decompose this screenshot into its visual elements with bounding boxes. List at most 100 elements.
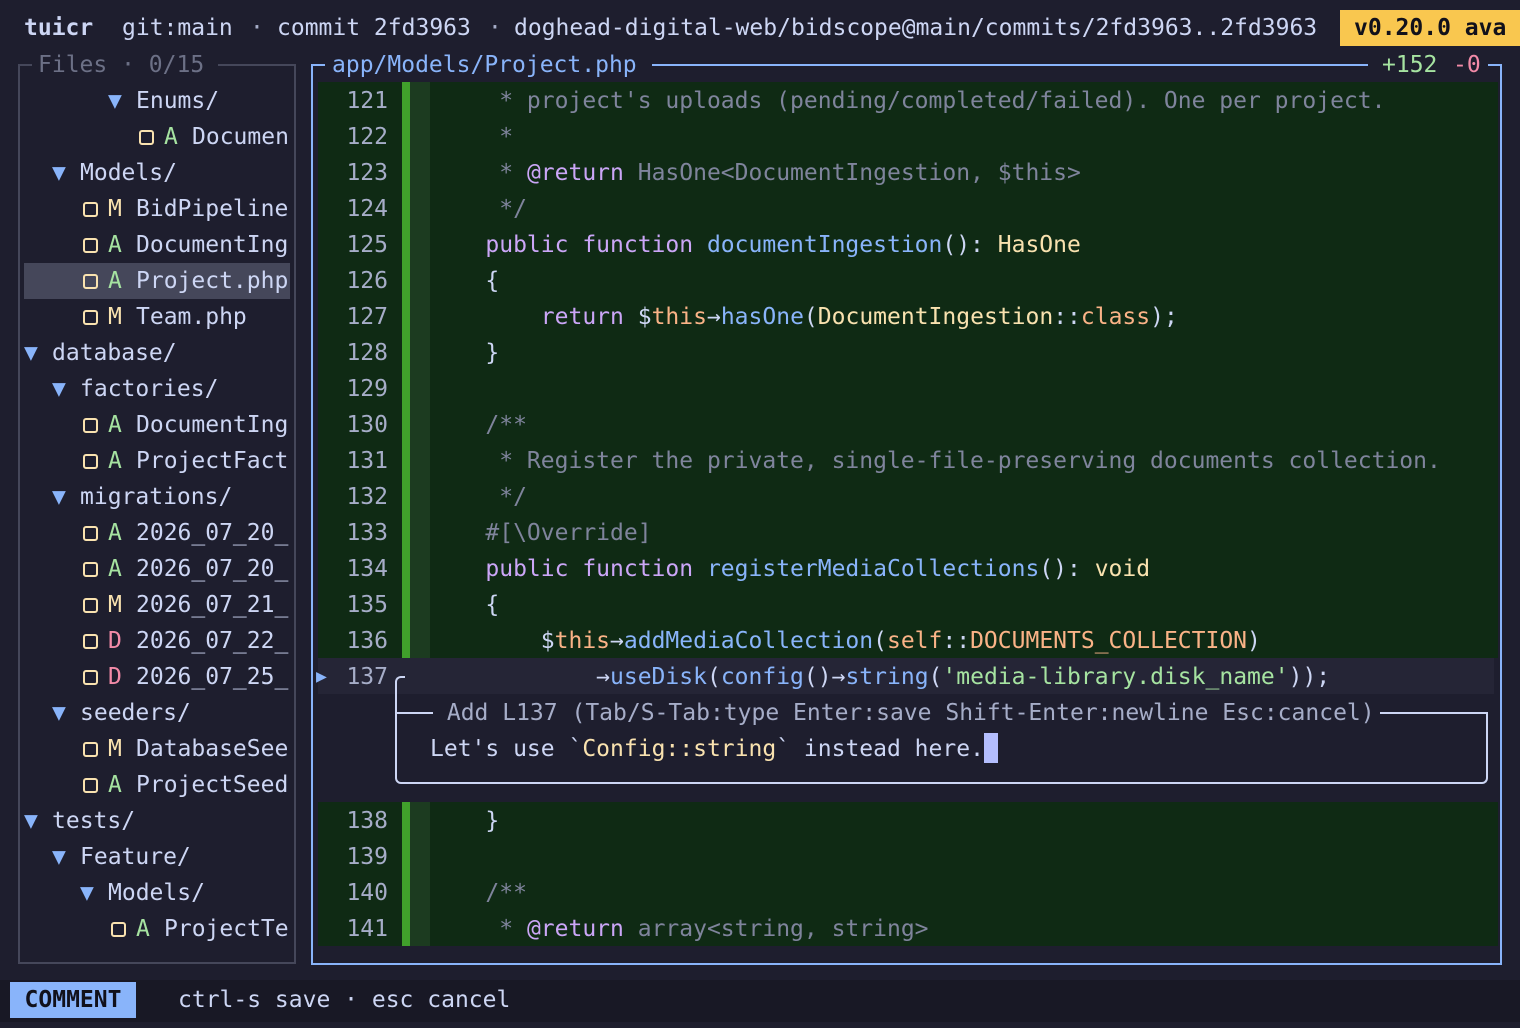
line-number[interactable]: 121 — [340, 83, 388, 119]
chevron-down-icon: ▼ — [52, 844, 66, 870]
tree-file-label: BidPipeline — [136, 196, 289, 222]
tree-file-label: ProjectSeed — [136, 772, 289, 798]
line-number[interactable]: 139 — [340, 839, 388, 875]
code-line[interactable]: */ — [430, 479, 527, 515]
tree-file-label: Team.php — [136, 304, 247, 330]
tree-folder-label: migrations/ — [80, 484, 233, 510]
review-checkbox-icon[interactable] — [83, 202, 98, 217]
line-number[interactable]: 126 — [340, 263, 388, 299]
review-checkbox-icon[interactable] — [111, 922, 126, 937]
code-line[interactable]: * project's uploads (pending/completed/f… — [430, 83, 1385, 119]
line-number[interactable]: 138 — [340, 803, 388, 839]
code-token: DocumentIngestion — [817, 304, 1054, 330]
review-checkbox-icon[interactable] — [83, 454, 98, 469]
review-checkbox-icon[interactable] — [83, 526, 98, 541]
line-number[interactable]: 131 — [340, 443, 388, 479]
tree-folder-label: seeders/ — [80, 700, 191, 726]
review-checkbox-icon[interactable] — [83, 778, 98, 793]
code-token: :: — [1053, 304, 1081, 330]
code-line[interactable]: { — [430, 587, 499, 623]
code-line[interactable]: { — [430, 263, 499, 299]
code-line[interactable]: public function registerMediaCollections… — [430, 551, 1150, 587]
file-status-badge: D — [108, 628, 122, 654]
code-line[interactable]: #[\Override] — [430, 515, 652, 551]
file-status-badge: A — [108, 520, 122, 546]
code-token: this — [554, 628, 611, 654]
review-checkbox-icon[interactable] — [83, 598, 98, 613]
tree-folder-label: Enums/ — [136, 88, 220, 114]
code-token: (): — [942, 232, 998, 258]
line-number[interactable]: 123 — [340, 155, 388, 191]
review-checkbox-icon[interactable] — [83, 418, 98, 433]
code-line[interactable]: * Register the private, single-file-pres… — [430, 443, 1441, 479]
code-line[interactable]: * @return array<string, string> — [430, 911, 929, 947]
tree-folder-label: factories/ — [80, 376, 219, 402]
review-checkbox-icon[interactable] — [83, 274, 98, 289]
review-checkbox-icon[interactable] — [83, 562, 98, 577]
tree-file-label: 2026_07_25_ — [136, 664, 289, 690]
chevron-down-icon: ▼ — [108, 88, 122, 114]
code-line[interactable]: →useDisk(config()→string('media-library.… — [430, 659, 1330, 695]
file-status-badge: M — [108, 196, 122, 222]
tree-file-label: Project.php — [136, 268, 289, 294]
code-token: HasOne<DocumentIngestion, $this> — [623, 160, 1081, 186]
review-checkbox-icon[interactable] — [83, 634, 98, 649]
code-line[interactable]: public function documentIngestion(): Has… — [430, 227, 1080, 263]
code-line[interactable]: return $this→hasOne(DocumentIngestion::c… — [430, 299, 1178, 335]
review-checkbox-icon[interactable] — [139, 130, 154, 145]
tree-file-label: 2026_07_20_ — [136, 556, 289, 582]
file-status-badge: A — [108, 772, 122, 798]
code-token: ( — [928, 664, 943, 690]
code-token: → — [706, 304, 721, 330]
file-status-badge: A — [108, 412, 122, 438]
code-line[interactable]: * @return HasOne<DocumentIngestion, $thi… — [430, 155, 1081, 191]
code-token: * — [430, 160, 527, 186]
line-number[interactable]: 141 — [340, 911, 388, 947]
review-checkbox-icon[interactable] — [83, 238, 98, 253]
line-number[interactable]: 125 — [340, 227, 388, 263]
line-number[interactable]: 124 — [340, 191, 388, 227]
review-checkbox-icon[interactable] — [83, 310, 98, 325]
line-number[interactable]: 136 — [340, 623, 388, 659]
line-number[interactable]: 127 — [340, 299, 388, 335]
review-checkbox-icon[interactable] — [83, 670, 98, 685]
code-line[interactable]: /** — [430, 407, 527, 443]
code-token: documentIngestion — [706, 232, 943, 258]
removed-count: -0 — [1453, 52, 1481, 78]
code-line[interactable]: $this→addMediaCollection(self::DOCUMENTS… — [430, 623, 1261, 659]
line-number[interactable]: 137 — [340, 659, 388, 695]
code-token: ( — [873, 628, 887, 654]
line-number[interactable]: 132 — [340, 479, 388, 515]
tree-file-label: DocumentIng — [136, 232, 289, 258]
cursor-marker-icon: ▶ — [316, 666, 327, 687]
chevron-down-icon: ▼ — [52, 376, 66, 402]
line-number[interactable]: 133 — [340, 515, 388, 551]
code-token: } — [430, 340, 500, 366]
code-line[interactable]: * — [430, 119, 513, 155]
line-number[interactable]: 129 — [340, 371, 388, 407]
line-number[interactable]: 134 — [340, 551, 388, 587]
line-number[interactable]: 122 — [340, 119, 388, 155]
tree-file-label: DatabaseSee — [136, 736, 289, 762]
code-token: #[\Override] — [430, 520, 652, 546]
code-line[interactable]: /** — [430, 875, 527, 911]
line-number[interactable]: 128 — [340, 335, 388, 371]
text-cursor — [983, 732, 998, 763]
line-number[interactable]: 135 — [340, 587, 388, 623]
code-token: self — [886, 628, 943, 654]
line-number[interactable]: 140 — [340, 875, 388, 911]
code-token: useDisk — [610, 664, 707, 690]
code-token: void — [1094, 556, 1151, 582]
code-token: array<string, string> — [623, 916, 929, 942]
app-name: tuicr — [24, 15, 94, 41]
file-status-badge: M — [108, 304, 122, 330]
code-line[interactable]: } — [430, 803, 499, 839]
code-line[interactable]: */ — [430, 191, 527, 227]
code-token: public function — [430, 232, 707, 258]
line-number[interactable]: 130 — [340, 407, 388, 443]
comment-text-before: Let's use ` — [430, 736, 583, 762]
review-checkbox-icon[interactable] — [83, 742, 98, 757]
code-line[interactable]: } — [430, 335, 499, 371]
code-token: @return — [526, 916, 624, 942]
comment-input[interactable]: Let's use `Config::string` instead here. — [430, 731, 998, 767]
